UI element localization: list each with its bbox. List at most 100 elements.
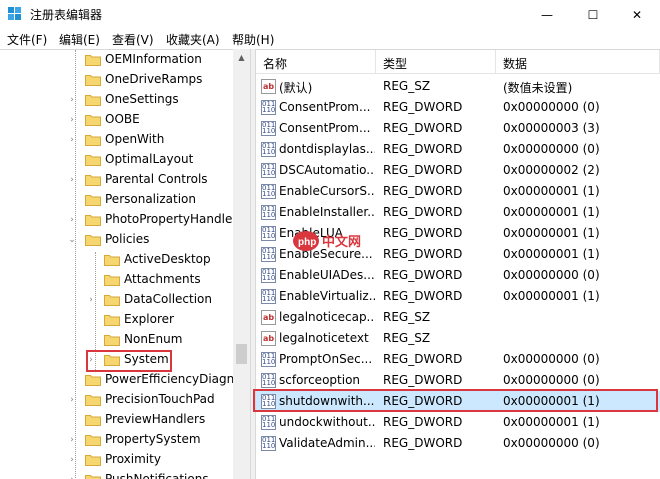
svg-text:php: php bbox=[298, 237, 316, 248]
chevron-right-icon[interactable]: › bbox=[68, 215, 76, 225]
tree-item[interactable]: › PhotoPropertyHandler bbox=[0, 210, 237, 230]
registry-value-row[interactable]: 011 110 ConsentProm... REG_DWORD 0x00000003… bbox=[256, 118, 660, 139]
tree-item[interactable]: Explorer bbox=[0, 310, 233, 330]
menu-bar: 文件(F) 编辑(E) 查看(V) 收藏夹(A) 帮助(H) bbox=[0, 29, 660, 49]
value-data: 0x00000002 (2) bbox=[503, 163, 600, 177]
tree-item[interactable]: › PrecisionTouchPad bbox=[0, 390, 233, 410]
registry-value-row[interactable]: 011 110 EnableUIADes... REG_DWORD 0x0000000… bbox=[256, 265, 660, 286]
registry-value-row[interactable]: ab legalnoticetext REG_SZ bbox=[256, 328, 660, 349]
tree-item[interactable]: › DataCollection bbox=[0, 290, 233, 310]
value-type: REG_DWORD bbox=[383, 394, 463, 408]
tree-item[interactable]: › OOBE bbox=[0, 110, 233, 130]
chevron-down-icon[interactable]: ⌄ bbox=[68, 235, 76, 245]
minimize-button[interactable]: — bbox=[524, 0, 570, 29]
registry-value-row[interactable]: 011 110 EnableCursorS... REG_DWORD 0x000000… bbox=[256, 181, 660, 202]
tree-item[interactable]: › Proximity bbox=[0, 450, 233, 470]
menu-file[interactable]: 文件(F) bbox=[7, 31, 47, 48]
tree-item-label: OptimalLayout bbox=[105, 152, 194, 166]
registry-value-row[interactable]: 011 110 ValidateAdmin... REG_DWORD 0x000000… bbox=[256, 433, 660, 454]
chevron-right-icon[interactable]: › bbox=[68, 395, 76, 405]
value-name: undockwithout... bbox=[279, 415, 375, 429]
tree-item[interactable]: Attachments bbox=[0, 270, 233, 290]
registry-value-row[interactable]: 011 110 DSCAutomatio... REG_DWORD 0x0000000… bbox=[256, 160, 660, 181]
registry-value-row[interactable]: ab (默认) REG_SZ (数值未设置) bbox=[256, 76, 660, 97]
tree-item[interactable]: › Parental Controls bbox=[0, 170, 233, 190]
value-type: REG_DWORD bbox=[383, 163, 463, 177]
value-name: PromptOnSec... bbox=[279, 352, 373, 366]
folder-icon bbox=[104, 335, 120, 346]
binary-value-icon: 011 110 bbox=[261, 268, 276, 283]
chevron-right-icon[interactable]: › bbox=[68, 115, 76, 125]
folder-icon bbox=[85, 455, 101, 466]
registry-value-row[interactable]: 011 110 undockwithout... REG_DWORD 0x000000… bbox=[256, 412, 660, 433]
tree-scrollbar[interactable]: ▲ bbox=[233, 49, 250, 479]
tree-item-label: OOBE bbox=[105, 112, 140, 126]
chevron-right-icon[interactable]: › bbox=[87, 295, 95, 305]
value-data: 0x00000000 (0) bbox=[503, 373, 600, 387]
scroll-thumb[interactable] bbox=[236, 344, 247, 364]
value-type: REG_SZ bbox=[383, 310, 431, 324]
value-name: DSCAutomatio... bbox=[279, 163, 375, 177]
tree-item[interactable]: OneDriveRamps bbox=[0, 70, 233, 90]
registry-value-row[interactable]: 011 110 dontdisplaylas... REG_DWORD 0x00000… bbox=[256, 139, 660, 160]
tree-item[interactable]: NonEnum bbox=[0, 330, 233, 350]
tree-item-label: DataCollection bbox=[124, 292, 213, 306]
menu-help[interactable]: 帮助(H) bbox=[232, 31, 274, 48]
window-title: 注册表编辑器 bbox=[30, 8, 103, 22]
close-button[interactable]: ✕ bbox=[614, 0, 660, 29]
registry-tree[interactable]: OEMInformation OneDriveRamps › OneSettings ›… bbox=[0, 49, 250, 479]
column-header-name[interactable]: 名称 bbox=[256, 50, 376, 74]
column-header-data[interactable]: 数据 bbox=[496, 50, 660, 74]
value-data: 0x00000003 (3) bbox=[503, 121, 600, 135]
tree-item-label: ActiveDesktop bbox=[124, 252, 211, 266]
value-name: legalnoticecap... bbox=[279, 310, 375, 324]
value-name: ConsentProm... bbox=[279, 100, 371, 114]
tree-item[interactable]: PowerEfficiencyDiagnostics bbox=[0, 370, 250, 390]
tree-item[interactable]: PreviewHandlers bbox=[0, 410, 233, 430]
chevron-right-icon bbox=[87, 255, 95, 265]
tree-item-label: Personalization bbox=[105, 192, 196, 206]
chevron-right-icon[interactable]: › bbox=[68, 435, 76, 445]
maximize-icon: ☐ bbox=[587, 7, 599, 22]
value-type: REG_DWORD bbox=[383, 121, 463, 135]
registry-value-row[interactable]: 011 110 ConsentProm... REG_DWORD 0x00000000… bbox=[256, 97, 660, 118]
value-data: 0x00000001 (1) bbox=[503, 184, 600, 198]
value-name: scforceoption bbox=[279, 373, 361, 387]
binary-value-icon: 011 110 bbox=[261, 226, 276, 241]
tree-item-label: Parental Controls bbox=[105, 172, 208, 186]
registry-value-row[interactable]: 011 110 shutdownwith... REG_DWORD 0x0000000… bbox=[256, 391, 660, 412]
registry-value-row[interactable]: 011 110 scforceoption REG_DWORD 0x00000000 … bbox=[256, 370, 660, 391]
values-list[interactable]: 名称 类型 数据 ab (默认) REG_SZ (数值未设置) 011 110 Conse… bbox=[256, 49, 660, 479]
tree-item-label: OneSettings bbox=[105, 92, 179, 106]
registry-value-row[interactable]: 011 110 EnableInstaller... REG_DWORD 0x0000… bbox=[256, 202, 660, 223]
maximize-button[interactable]: ☐ bbox=[570, 0, 616, 29]
chevron-right-icon[interactable]: › bbox=[68, 475, 76, 479]
registry-value-row[interactable]: 011 110 EnableVirtualiz... REG_DWORD 0x0000… bbox=[256, 286, 660, 307]
tree-item[interactable]: OptimalLayout bbox=[0, 150, 233, 170]
value-name: dontdisplaylas... bbox=[279, 142, 375, 156]
column-header-type[interactable]: 类型 bbox=[376, 50, 496, 74]
menu-view[interactable]: 查看(V) bbox=[112, 31, 154, 48]
tree-item[interactable]: › PropertySystem bbox=[0, 430, 233, 450]
folder-icon bbox=[85, 75, 101, 86]
tree-item[interactable]: › OneSettings bbox=[0, 90, 233, 110]
tree-item[interactable]: ⌄ Policies bbox=[0, 230, 233, 250]
registry-value-row[interactable]: 011 110 PromptOnSec... REG_DWORD 0x00000000… bbox=[256, 349, 660, 370]
scroll-up-arrow-icon[interactable]: ▲ bbox=[233, 49, 250, 66]
tree-item[interactable]: OEMInformation bbox=[0, 50, 233, 70]
value-type: REG_SZ bbox=[383, 331, 431, 345]
tree-item[interactable]: › OpenWith bbox=[0, 130, 233, 150]
chevron-right-icon[interactable]: › bbox=[68, 95, 76, 105]
registry-value-row[interactable]: ab legalnoticecap... REG_SZ bbox=[256, 307, 660, 328]
value-type: REG_DWORD bbox=[383, 226, 463, 240]
menu-edit[interactable]: 编辑(E) bbox=[59, 31, 100, 48]
chevron-right-icon[interactable]: › bbox=[68, 455, 76, 465]
chevron-right-icon[interactable]: › bbox=[68, 175, 76, 185]
tree-item[interactable]: Personalization bbox=[0, 190, 233, 210]
tree-item[interactable]: › PushNotifications bbox=[0, 470, 233, 479]
menu-favorites[interactable]: 收藏夹(A) bbox=[166, 31, 220, 48]
tree-item[interactable]: ActiveDesktop bbox=[0, 250, 233, 270]
chevron-right-icon[interactable]: › bbox=[68, 135, 76, 145]
binary-value-icon: 011 110 bbox=[261, 184, 276, 199]
value-data: 0x00000000 (0) bbox=[503, 142, 600, 156]
